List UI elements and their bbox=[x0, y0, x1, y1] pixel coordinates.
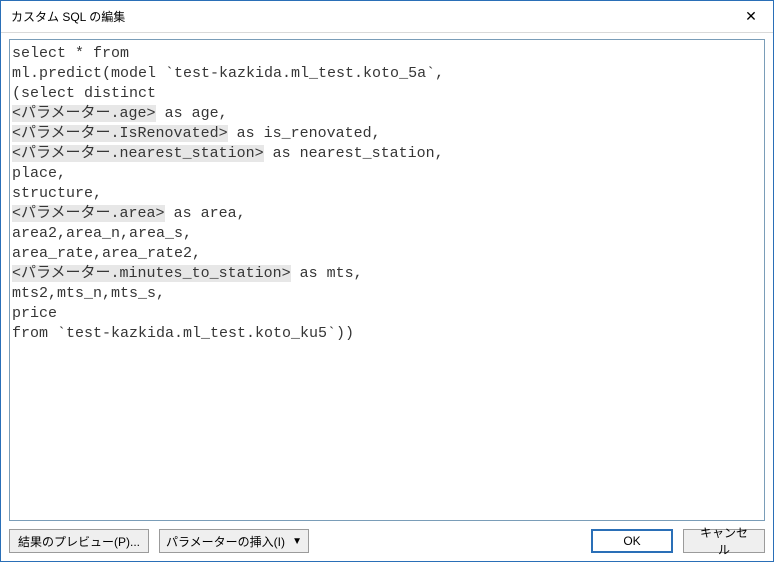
custom-sql-edit-dialog: カスタム SQL の編集 ✕ select * from ml.predict(m… bbox=[0, 0, 774, 562]
sql-text: mts2,mts_n,mts_s, bbox=[12, 285, 165, 302]
sql-parameter-token: <パラメーター.IsRenovated> bbox=[12, 125, 228, 142]
sql-line: mts2,mts_n,mts_s, bbox=[12, 284, 762, 304]
sql-text: from `test-kazkida.ml_test.koto_ku5`)) bbox=[12, 325, 354, 342]
preview-results-label: 結果のプレビュー(P)... bbox=[18, 533, 140, 550]
sql-text: area_rate,area_rate2, bbox=[12, 245, 201, 262]
sql-text: select * from bbox=[12, 45, 129, 62]
sql-line: <パラメーター.IsRenovated> as is_renovated, bbox=[12, 124, 762, 144]
sql-line: area2,area_n,area_s, bbox=[12, 224, 762, 244]
sql-line: <パラメーター.minutes_to_station> as mts, bbox=[12, 264, 762, 284]
sql-parameter-token: <パラメーター.age> bbox=[12, 105, 156, 122]
sql-parameter-token: <パラメーター.minutes_to_station> bbox=[12, 265, 291, 282]
sql-line: <パラメーター.nearest_station> as nearest_stat… bbox=[12, 144, 762, 164]
sql-parameter-token: <パラメーター.area> bbox=[12, 205, 165, 222]
sql-text: as mts, bbox=[291, 265, 363, 282]
sql-text: as nearest_station, bbox=[264, 145, 444, 162]
sql-editor-textarea[interactable]: select * from ml.predict(model `test-kazk… bbox=[9, 39, 765, 521]
sql-line: from `test-kazkida.ml_test.koto_ku5`)) bbox=[12, 324, 762, 344]
close-button[interactable]: ✕ bbox=[729, 1, 773, 33]
sql-line: area_rate,area_rate2, bbox=[12, 244, 762, 264]
cancel-label: キャンセル bbox=[696, 524, 752, 558]
titlebar: カスタム SQL の編集 ✕ bbox=[1, 1, 773, 33]
sql-text: area2,area_n,area_s, bbox=[12, 225, 192, 242]
sql-line: (select distinct bbox=[12, 84, 762, 104]
sql-line: price bbox=[12, 304, 762, 324]
preview-results-button[interactable]: 結果のプレビュー(P)... bbox=[9, 529, 149, 553]
sql-text: as area, bbox=[165, 205, 246, 222]
dialog-footer: 結果のプレビュー(P)... パラメーターの挿入(I) ▼ OK キャンセル bbox=[1, 527, 773, 561]
cancel-button[interactable]: キャンセル bbox=[683, 529, 765, 553]
chevron-down-icon: ▼ bbox=[292, 536, 302, 547]
sql-text: place, bbox=[12, 165, 66, 182]
sql-text: ml.predict(model `test-kazkida.ml_test.k… bbox=[12, 65, 444, 82]
sql-text: as is_renovated, bbox=[228, 125, 381, 142]
sql-text: price bbox=[12, 305, 57, 322]
dialog-title: カスタム SQL の編集 bbox=[11, 8, 125, 25]
sql-parameter-token: <パラメーター.nearest_station> bbox=[12, 145, 264, 162]
sql-line: structure, bbox=[12, 184, 762, 204]
sql-text: as age, bbox=[156, 105, 228, 122]
sql-line: select * from bbox=[12, 44, 762, 64]
sql-line: <パラメーター.age> as age, bbox=[12, 104, 762, 124]
close-icon: ✕ bbox=[745, 8, 757, 25]
insert-parameter-button[interactable]: パラメーターの挿入(I) ▼ bbox=[159, 529, 309, 553]
sql-line: place, bbox=[12, 164, 762, 184]
sql-text: structure, bbox=[12, 185, 102, 202]
insert-parameter-label: パラメーターの挿入(I) bbox=[166, 533, 285, 550]
ok-button[interactable]: OK bbox=[591, 529, 673, 553]
ok-label: OK bbox=[623, 534, 640, 548]
sql-line: <パラメーター.area> as area, bbox=[12, 204, 762, 224]
sql-text: (select distinct bbox=[12, 85, 156, 102]
sql-line: ml.predict(model `test-kazkida.ml_test.k… bbox=[12, 64, 762, 84]
